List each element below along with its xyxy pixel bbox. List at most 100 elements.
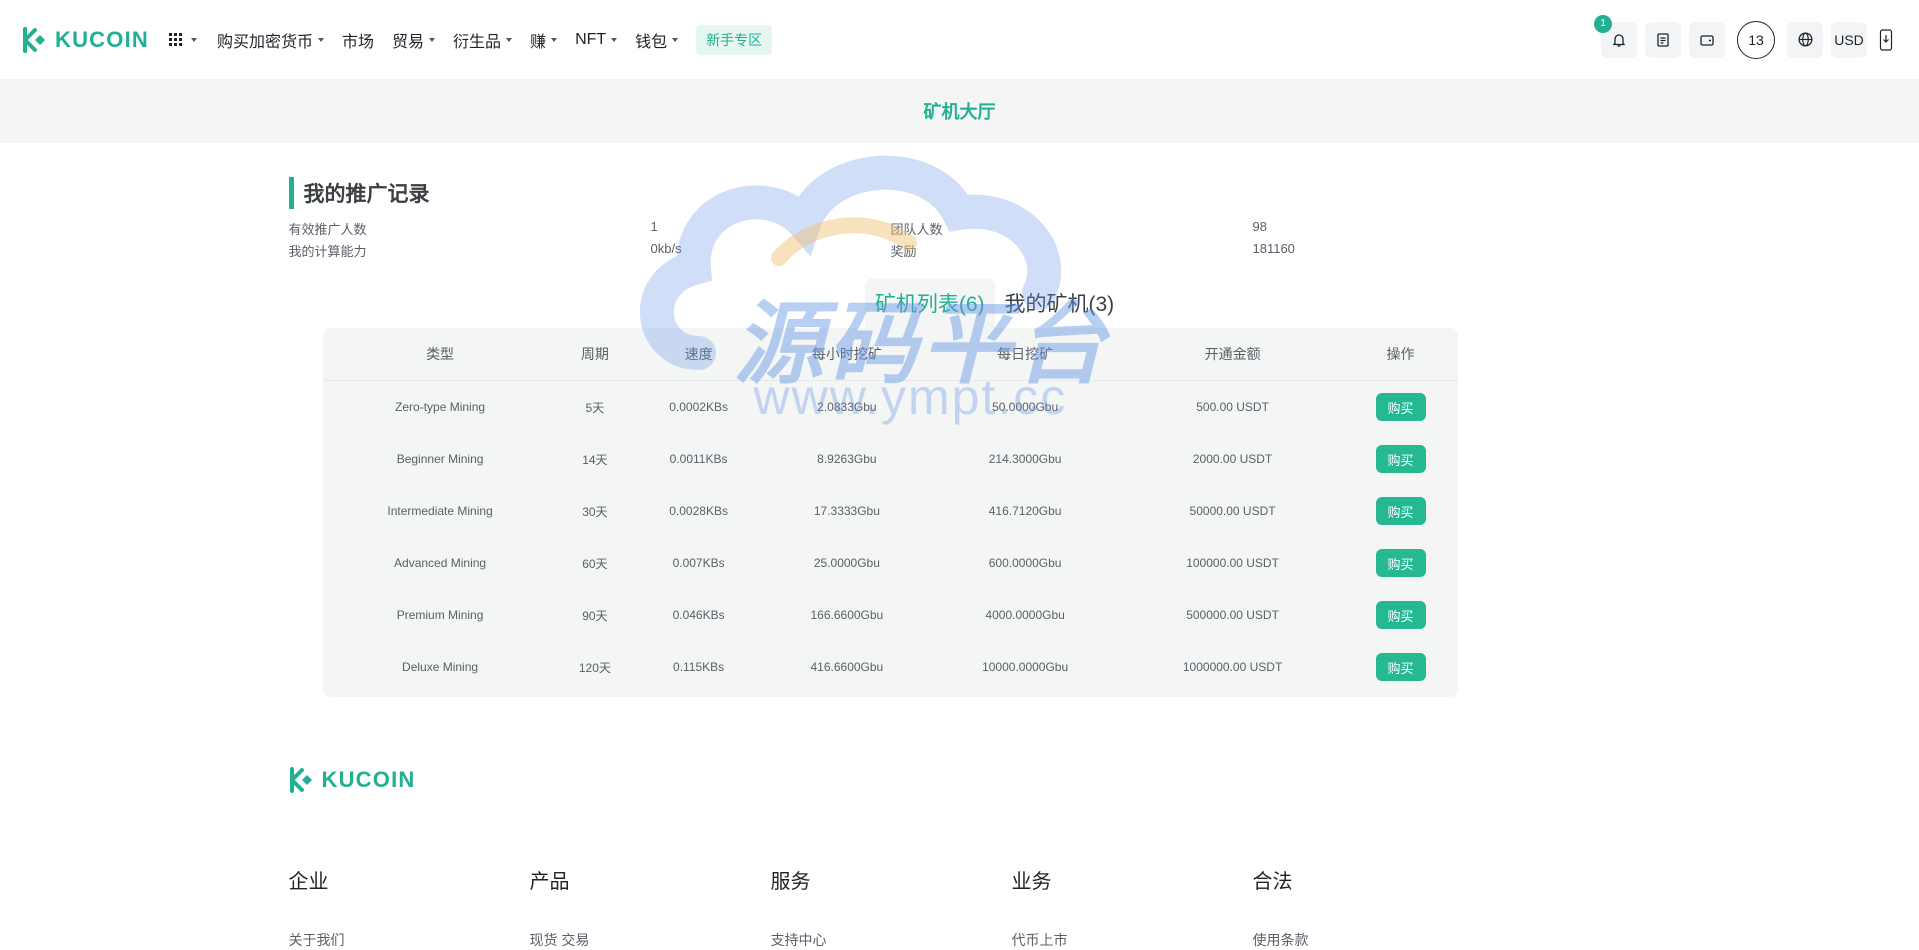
footer-column: 企业 关于我们: [289, 865, 530, 950]
table-cell: 100000.00 USDT: [1186, 556, 1279, 570]
chevron-down-icon: [672, 37, 679, 42]
nav-item-5[interactable]: NFT: [575, 31, 618, 49]
footer-column-title: 业务: [1011, 871, 1052, 893]
stat-value-team-size: 98: [1252, 219, 1267, 234]
nav-item-1[interactable]: 市场: [342, 28, 374, 52]
table-row: Intermediate Mining 30天 0.0028KBs 17.3333Gb…: [323, 485, 1458, 537]
table-header-row: 类型 周期 速度 每小时挖矿 每日挖矿 开通金额 操作: [322, 328, 1458, 381]
notifications-button[interactable]: 1: [1594, 14, 1637, 58]
nav-item-label: 钱包: [635, 33, 668, 51]
orders-button[interactable]: [1645, 21, 1681, 58]
table-cell: 166.6600Gbu: [810, 608, 884, 622]
action-cell: 购买: [1344, 641, 1458, 693]
chevron-down-icon: [318, 37, 324, 42]
nav-item-2[interactable]: 贸易: [392, 28, 436, 52]
page-title: 矿机大厅: [923, 102, 996, 122]
action-cell: 购买: [1344, 485, 1458, 537]
footer-logo-text: KUCOIN: [321, 767, 416, 792]
footer-column-title: 企业: [288, 871, 329, 893]
top-header: KUCOIN 购买加密货币 市场 贸易 衍生品 赚 NFT 钱包 新手专区 1 13 USD: [0, 0, 1919, 79]
bell-icon: [1612, 33, 1626, 47]
table-body: Zero-type Mining 5天 0.0002KBs 2.0833Gbu 50.0…: [323, 381, 1458, 694]
download-app-button[interactable]: [1875, 22, 1897, 58]
wallet-icon: [1700, 34, 1714, 46]
footer-column: 合法 使用条款: [1253, 865, 1494, 950]
footer-column-title: 产品: [529, 871, 570, 893]
table-cell: 0.046KBs: [672, 608, 725, 622]
chevron-down-icon: [506, 37, 513, 42]
column-header: 速度: [632, 328, 766, 381]
footer: KUCOIN 企业 关于我们 产品 现货 交易 服务 支持中心 业务 代币上市 合法 使用条款: [289, 697, 1631, 950]
chevron-down-icon: [429, 37, 436, 42]
table-row: Advanced Mining 60天 0.007KBs 25.0000Gbu 600.…: [323, 537, 1458, 589]
table-cell: 2000.00 USDT: [1192, 452, 1273, 466]
promo-section-title: 我的推广记录: [288, 177, 1631, 209]
footer-link[interactable]: 关于我们: [289, 930, 530, 950]
action-cell: 购买: [1344, 433, 1458, 485]
table-cell: 0.0011KBs: [669, 452, 728, 466]
column-header: 类型: [322, 328, 558, 381]
currency-button[interactable]: USD: [1831, 21, 1867, 58]
buy-button[interactable]: 购买: [1375, 601, 1426, 629]
footer-link[interactable]: 代币上市: [1012, 930, 1253, 950]
header-actions: 1 13 USD: [1594, 14, 1897, 59]
table-cell: 60天: [582, 556, 608, 571]
table-cell: 8.9263Gbu: [817, 452, 877, 466]
table-cell: 1000000.00 USDT: [1182, 660, 1283, 674]
footer-link[interactable]: 现货 交易: [530, 930, 771, 950]
table-cell: 90天: [582, 608, 608, 623]
kucoin-logo-icon: [23, 26, 45, 53]
user-avatar[interactable]: 13: [1737, 20, 1775, 59]
footer-link[interactable]: 支持中心: [771, 930, 1012, 950]
tab-my-miners[interactable]: 我的矿机(3): [995, 278, 1125, 328]
apps-menu-button[interactable]: [168, 33, 197, 46]
chevron-down-icon: [190, 37, 197, 42]
nav-item-4[interactable]: 赚: [530, 28, 558, 52]
buy-button[interactable]: 购买: [1375, 497, 1426, 525]
nav-item-label: 衍生品: [453, 33, 502, 51]
table-cell: Beginner Mining: [396, 452, 484, 466]
footer-columns: 企业 关于我们 产品 现货 交易 服务 支持中心 业务 代币上市 合法 使用条款: [289, 865, 1631, 950]
buy-button[interactable]: 购买: [1375, 445, 1426, 473]
buy-button[interactable]: 购买: [1375, 393, 1426, 421]
footer-link[interactable]: 使用条款: [1253, 930, 1494, 950]
footer-logo[interactable]: KUCOIN: [289, 767, 1631, 793]
main-nav: 购买加密货币 市场 贸易 衍生品 赚 NFT 钱包 新手专区: [168, 24, 773, 55]
kucoin-logo[interactable]: KUCOIN: [22, 26, 149, 53]
table-cell: 30天: [582, 504, 608, 519]
table-row: Beginner Mining 14天 0.0011KBs 8.9263Gbu 214.…: [323, 433, 1458, 485]
language-button[interactable]: [1787, 21, 1823, 58]
stat-label-team-size: 团队人数: [890, 222, 943, 237]
buy-button[interactable]: 购买: [1375, 653, 1426, 681]
column-header: 开通金额: [1121, 328, 1344, 381]
buy-button[interactable]: 购买: [1375, 549, 1426, 577]
nav-item-label: 贸易: [392, 33, 425, 51]
table-cell: 0.0002KBs: [669, 400, 728, 414]
wallet-button[interactable]: [1689, 21, 1725, 58]
nav-item-6[interactable]: 钱包: [635, 28, 679, 52]
table-cell: 2.0833Gbu: [817, 400, 877, 414]
chevron-down-icon: [611, 37, 618, 42]
stat-label-compute-power: 我的计算能力: [288, 244, 367, 259]
miner-tabs: 矿机列表(6) 我的矿机(3): [359, 278, 1631, 328]
apps-grid-icon: [168, 33, 182, 46]
table-cell: 50.0000Gbu: [992, 400, 1059, 414]
table-row: Zero-type Mining 5天 0.0002KBs 2.0833Gbu 50.0…: [323, 381, 1458, 434]
miner-table-panel: 类型 周期 速度 每小时挖矿 每日挖矿 开通金额 操作 Zero-type Mining 5天…: [322, 328, 1458, 697]
tab-miner-list[interactable]: 矿机列表(6): [864, 278, 995, 328]
nav-item-3[interactable]: 衍生品: [453, 28, 513, 52]
action-cell: 购买: [1344, 589, 1458, 641]
nav-item-label: 购买加密货币: [216, 33, 313, 51]
kucoin-logo-icon: [289, 767, 312, 793]
table-cell: 17.3333Gbu: [813, 504, 880, 518]
stat-value-compute-power: 0kb/s: [650, 241, 682, 256]
nav-item-label: 赚: [530, 33, 547, 51]
table-row: Premium Mining 90天 0.046KBs 166.6600Gbu 4000…: [323, 589, 1458, 641]
chevron-down-icon: [551, 37, 558, 42]
newbie-zone-link[interactable]: 新手专区: [696, 24, 773, 55]
table-cell: 416.7120Gbu: [988, 504, 1062, 518]
promo-title-text: 我的推广记录: [303, 183, 430, 206]
action-cell: 购买: [1344, 381, 1458, 434]
table-cell: 416.6600Gbu: [810, 660, 884, 674]
nav-item-0[interactable]: 购买加密货币: [217, 28, 324, 52]
